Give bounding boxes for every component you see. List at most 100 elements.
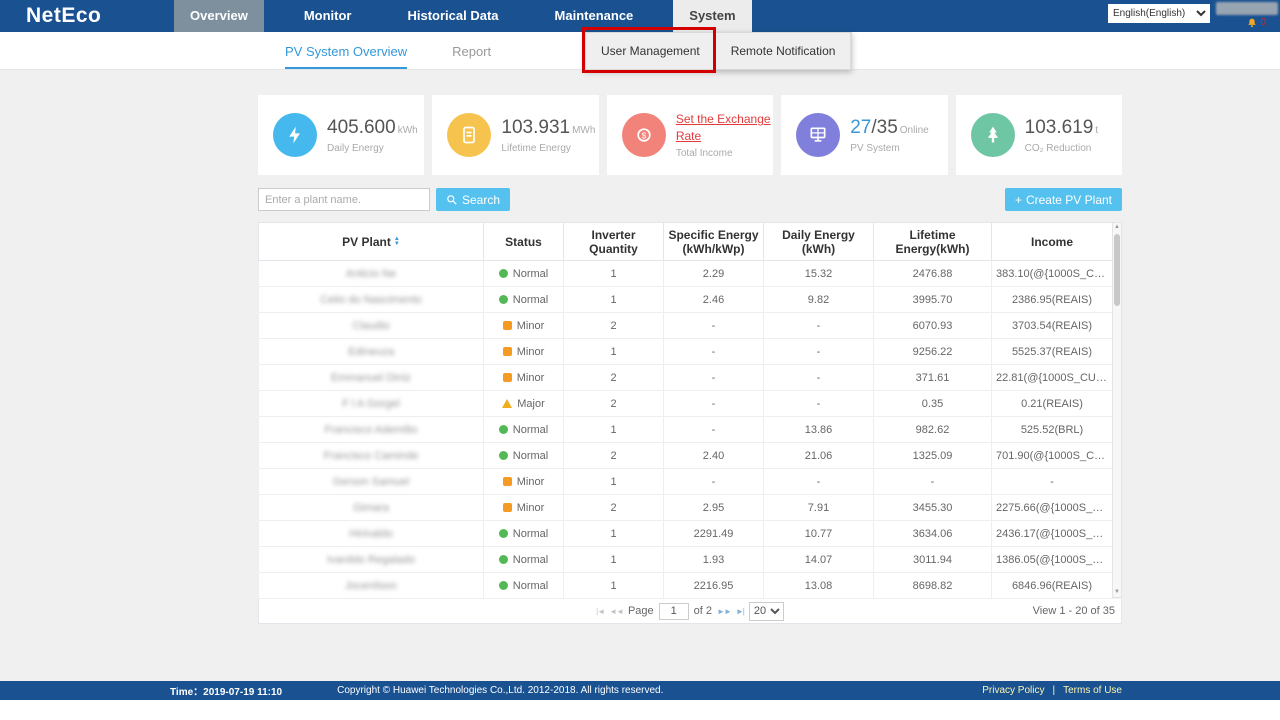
- prev-page-button[interactable]: ◄◄: [609, 607, 623, 616]
- alarm-indicator[interactable]: 0: [1247, 17, 1266, 28]
- specific-energy-cell: 2291.49: [664, 521, 764, 547]
- set-exchange-rate-link[interactable]: Set the Exchange Rate: [676, 111, 784, 143]
- lightning-icon: [273, 113, 317, 157]
- income-cell: 383.10(@{1000S_CURRENC...: [992, 261, 1113, 287]
- menu-item-user-management[interactable]: User Management: [586, 33, 716, 69]
- plant-name-link[interactable]: Claudio: [352, 320, 389, 332]
- pv-plant-cell: F l A Gorgel: [259, 391, 484, 417]
- table-row[interactable]: Anticio NeNormal12.2915.322476.88383.10(…: [259, 261, 1113, 287]
- neteco-logo: NetEco: [26, 4, 146, 28]
- daily-energy-unit: kWh: [398, 125, 418, 136]
- page-input[interactable]: [659, 603, 689, 620]
- co2-unit: t: [1095, 125, 1098, 136]
- plant-toolbar: Search + Create PV Plant: [258, 188, 1122, 211]
- plant-name-link[interactable]: Gerson Samuel: [333, 476, 409, 488]
- daily-energy-cell: -: [764, 313, 874, 339]
- daily-energy-cell: -: [764, 339, 874, 365]
- income-cell: 2436.17(@{1000S_CURREN...: [992, 521, 1113, 547]
- col-header-pv-plant[interactable]: PV Plant▲▼: [259, 223, 484, 261]
- col-header-status: Status: [484, 223, 564, 261]
- lifetime-energy-cell: 371.61: [874, 365, 992, 391]
- specific-energy-cell: -: [664, 365, 764, 391]
- table-row[interactable]: EdineuzaMinor1--9256.225525.37(REAIS): [259, 339, 1113, 365]
- table-row[interactable]: F l A GorgelMajor2--0.350.21(REAIS): [259, 391, 1113, 417]
- lifetime-energy-value: 103.931: [501, 117, 570, 138]
- plant-name-link[interactable]: F l A Gorgel: [342, 398, 399, 410]
- status-normal-icon: [499, 425, 508, 434]
- search-input[interactable]: [258, 188, 430, 211]
- table-row[interactable]: Emmanuel DinizMinor2--371.6122.81(@{1000…: [259, 365, 1113, 391]
- table-row[interactable]: Francisco AdemiltoNormal1-13.86982.62525…: [259, 417, 1113, 443]
- table-row[interactable]: Francisco CamindeNormal22.4021.061325.09…: [259, 443, 1113, 469]
- plant-name-link[interactable]: Francisco Caminde: [324, 450, 419, 462]
- table-row[interactable]: Gerson SamuelMinor1----: [259, 469, 1113, 495]
- lifetime-energy-cell: 2476.88: [874, 261, 992, 287]
- plant-name-link[interactable]: Jocenilson: [345, 580, 397, 592]
- search-button[interactable]: Search: [436, 188, 510, 211]
- terms-of-use-link[interactable]: Terms of Use: [1063, 685, 1122, 696]
- menu-item-remote-notification[interactable]: Remote Notification: [716, 33, 852, 69]
- status-cell: Minor: [484, 313, 564, 339]
- table-row[interactable]: Ivanildo RegaladoNormal11.9314.073011.94…: [259, 547, 1113, 573]
- pv-total-count: /35: [871, 117, 897, 138]
- content-column: 405.600kWh Daily Energy 103.931MWh Lifet…: [258, 70, 1122, 624]
- income-cell: 3703.54(REAIS): [992, 313, 1113, 339]
- user-account-chip[interactable]: [1216, 2, 1278, 15]
- top-header: NetEco Overview Monitor Historical Data Mai…: [0, 0, 1280, 32]
- plant-name-link[interactable]: Gimara: [353, 502, 389, 514]
- scroll-down-icon[interactable]: ▼: [1113, 588, 1121, 597]
- status-label: Normal: [513, 294, 548, 306]
- table-header-row: PV Plant▲▼ Status Inverter Quantity Spec…: [259, 223, 1113, 261]
- income-cell: 1386.05(@{1000S_CURREN...: [992, 547, 1113, 573]
- battery-icon: [447, 113, 491, 157]
- nav-item-historical-data[interactable]: Historical Data: [391, 0, 514, 32]
- lifetime-energy-cell: 3011.94: [874, 547, 992, 573]
- plant-name-link[interactable]: Francisco Ademilto: [325, 424, 418, 436]
- plant-name-link[interactable]: Hirinaldo: [349, 528, 392, 540]
- table-scrollbar[interactable]: ▲ ▼: [1112, 222, 1122, 598]
- page-size-select[interactable]: 20: [749, 602, 784, 621]
- daily-energy-cell: 9.82: [764, 287, 874, 313]
- pv-system-label: PV System: [850, 143, 928, 154]
- income-cell: 6846.96(REAIS): [992, 573, 1113, 599]
- pv-plant-cell: Emmanuel Diniz: [259, 365, 484, 391]
- table-row[interactable]: JocenilsonNormal12216.9513.088698.826846…: [259, 573, 1113, 599]
- nav-item-monitor[interactable]: Monitor: [288, 0, 368, 32]
- tab-report[interactable]: Report: [452, 44, 491, 69]
- inverter-quantity-cell: 2: [564, 365, 664, 391]
- total-income-card: $ Set the Exchange Rate Total Income: [607, 95, 773, 175]
- table-row[interactable]: ClaudioMinor2--6070.933703.54(REAIS): [259, 313, 1113, 339]
- tab-pv-system-overview[interactable]: PV System Overview: [285, 44, 407, 69]
- plant-name-link[interactable]: Celio do Nascimento: [320, 294, 422, 306]
- last-page-button[interactable]: ►|: [736, 607, 744, 616]
- table-row[interactable]: GimaraMinor22.957.913455.302275.66(@{100…: [259, 495, 1113, 521]
- scroll-up-icon[interactable]: ▲: [1113, 223, 1121, 232]
- plant-name-link[interactable]: Emmanuel Diniz: [331, 372, 411, 384]
- create-pv-plant-button[interactable]: + Create PV Plant: [1005, 188, 1122, 211]
- privacy-policy-link[interactable]: Privacy Policy: [982, 685, 1044, 696]
- plant-name-link[interactable]: Anticio Ne: [346, 268, 396, 280]
- sort-icon[interactable]: ▲▼: [394, 237, 400, 247]
- next-page-button[interactable]: ►►: [717, 607, 731, 616]
- nav-item-system[interactable]: System: [673, 0, 751, 32]
- inverter-quantity-cell: 1: [564, 417, 664, 443]
- co2-label: CO₂ Reduction: [1025, 143, 1098, 154]
- footer-copyright: Copyright © Huawei Technologies Co.,Ltd.…: [337, 685, 663, 696]
- status-cell: Major: [484, 391, 564, 417]
- pv-plant-cell: Gimara: [259, 495, 484, 521]
- nav-item-maintenance[interactable]: Maintenance: [539, 0, 650, 32]
- nav-item-overview[interactable]: Overview: [174, 0, 264, 32]
- inverter-quantity-cell: 1: [564, 261, 664, 287]
- daily-energy-cell: 15.32: [764, 261, 874, 287]
- language-select[interactable]: English(English): [1108, 4, 1210, 23]
- first-page-button[interactable]: |◄: [596, 607, 604, 616]
- view-range-label: View 1 - 20 of 35: [1033, 605, 1115, 617]
- plant-name-link[interactable]: Edineuza: [348, 346, 394, 358]
- table-row[interactable]: HirinaldoNormal12291.4910.773634.062436.…: [259, 521, 1113, 547]
- specific-energy-cell: -: [664, 391, 764, 417]
- plus-icon: +: [1015, 193, 1022, 207]
- plant-name-link[interactable]: Ivanildo Regalado: [327, 554, 415, 566]
- status-cell: Normal: [484, 521, 564, 547]
- scrollbar-thumb[interactable]: [1114, 234, 1120, 306]
- table-row[interactable]: Celio do NascimentoNormal12.469.823995.7…: [259, 287, 1113, 313]
